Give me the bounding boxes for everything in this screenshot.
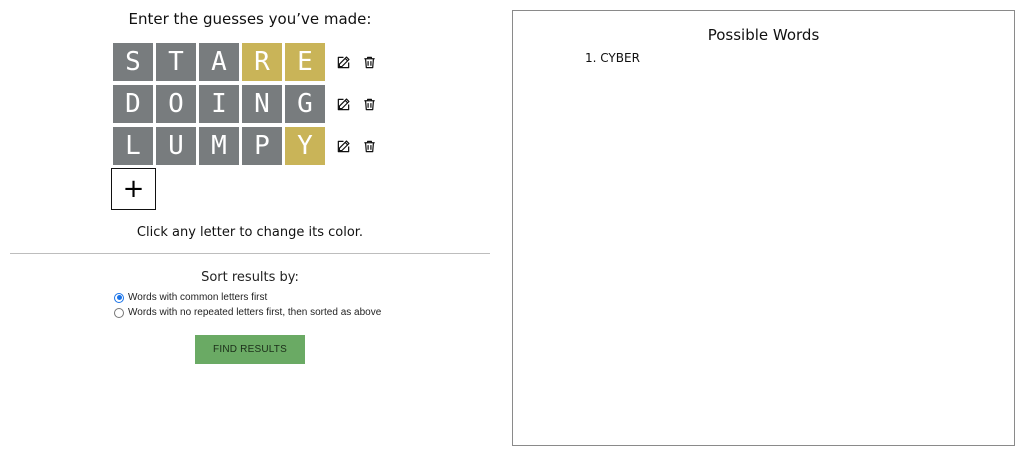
results-list: 1. CYBER [585, 50, 640, 66]
find-results-button[interactable]: FIND RESULTS [195, 335, 305, 364]
sort-option-label: Words with no repeated letters first, th… [128, 307, 382, 318]
sort-option-no-repeats[interactable]: Words with no repeated letters first, th… [114, 307, 381, 318]
letter-tile[interactable]: O [156, 85, 196, 123]
guess-input-section: Enter the guesses you’ve made: STARE DOIN… [10, 0, 490, 455]
letter-tile[interactable]: R [242, 43, 282, 81]
pencil-icon[interactable] [330, 133, 356, 159]
letter-tile[interactable]: P [242, 127, 282, 165]
guess-row: DOING [113, 85, 382, 123]
letter-tile[interactable]: T [156, 43, 196, 81]
guess-row: STARE [113, 43, 382, 81]
letter-tile[interactable]: N [242, 85, 282, 123]
possible-words-title: Possible Words [707, 26, 820, 44]
letter-tile[interactable]: S [113, 43, 153, 81]
radio-no-repeats[interactable] [114, 307, 124, 318]
sort-option-label: Words with common letters first [128, 292, 268, 303]
guess-grid: STARE DOING LUMPY [113, 43, 382, 169]
possible-words-panel: Possible Words 1. CYBER [512, 10, 1015, 446]
add-guess-button[interactable]: + [111, 168, 156, 210]
letter-tile[interactable]: E [285, 43, 325, 81]
sort-option-common-letters[interactable]: Words with common letters first [114, 292, 267, 303]
instructions-heading: Enter the guesses you’ve made: [128, 10, 372, 28]
letter-tile[interactable]: Y [285, 127, 325, 165]
pencil-icon[interactable] [330, 49, 356, 75]
trash-icon[interactable] [356, 91, 382, 117]
letter-tile[interactable]: U [156, 127, 196, 165]
letter-tile[interactable]: I [199, 85, 239, 123]
radio-common-letters[interactable] [114, 292, 124, 303]
divider [10, 253, 490, 254]
sort-title: Sort results by: [201, 270, 299, 285]
letter-tile[interactable]: A [199, 43, 239, 81]
trash-icon[interactable] [356, 49, 382, 75]
color-hint: Click any letter to change its color. [136, 225, 364, 240]
letter-tile[interactable]: M [199, 127, 239, 165]
letter-tile[interactable]: G [285, 85, 325, 123]
pencil-icon[interactable] [330, 91, 356, 117]
letter-tile[interactable]: D [113, 85, 153, 123]
result-word: 1. CYBER [585, 51, 640, 65]
guess-row: LUMPY [113, 127, 382, 165]
trash-icon[interactable] [356, 133, 382, 159]
letter-tile[interactable]: L [113, 127, 153, 165]
